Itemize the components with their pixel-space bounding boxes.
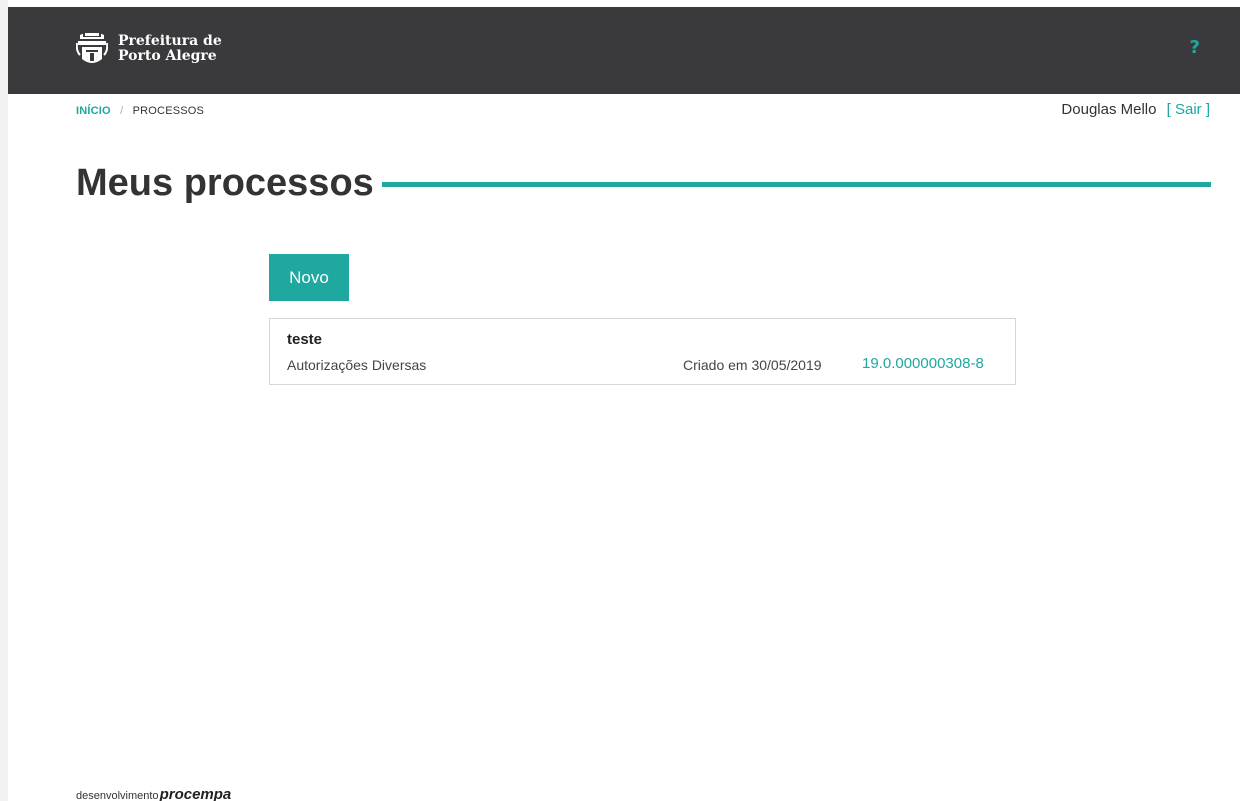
- footer-credit: desenvolvimento procempa: [76, 786, 231, 801]
- breadcrumb: INÍCIO / PROCESSOS: [76, 105, 204, 117]
- logo-line-2: Porto Alegre: [118, 48, 217, 64]
- breadcrumb-separator: /: [120, 105, 124, 117]
- title-divider: [382, 182, 1211, 187]
- left-margin-strip: [0, 0, 8, 801]
- process-category: Autorizações Diversas: [287, 357, 427, 373]
- breadcrumb-current: PROCESSOS: [132, 105, 205, 117]
- process-number-link[interactable]: 19.0.000000308-8: [862, 355, 984, 372]
- breadcrumb-home-link[interactable]: INÍCIO: [76, 105, 111, 117]
- prefeitura-logo[interactable]: Prefeitura de Porto Alegre: [76, 29, 222, 69]
- new-process-button[interactable]: Novo: [269, 254, 349, 301]
- process-title: teste: [287, 331, 323, 348]
- procempa-logo: procempa: [159, 786, 232, 801]
- process-list-item[interactable]: teste Autorizações Diversas Criado em 30…: [269, 318, 1016, 385]
- question-mark-icon[interactable]: ?: [1190, 37, 1200, 58]
- footer-prefix: desenvolvimento: [76, 790, 159, 801]
- top-header: Prefeitura de Porto Alegre ?: [8, 7, 1240, 94]
- process-created-date: Criado em 30/05/2019: [683, 357, 822, 373]
- user-name: Douglas Mello: [1061, 101, 1157, 118]
- page-title: Meus processos: [76, 162, 374, 204]
- user-info: Douglas Mello [ Sair ]: [1061, 101, 1210, 118]
- logo-line-1: Prefeitura de: [118, 33, 222, 49]
- city-crest-icon: [76, 32, 108, 63]
- logout-link[interactable]: [ Sair ]: [1167, 101, 1210, 118]
